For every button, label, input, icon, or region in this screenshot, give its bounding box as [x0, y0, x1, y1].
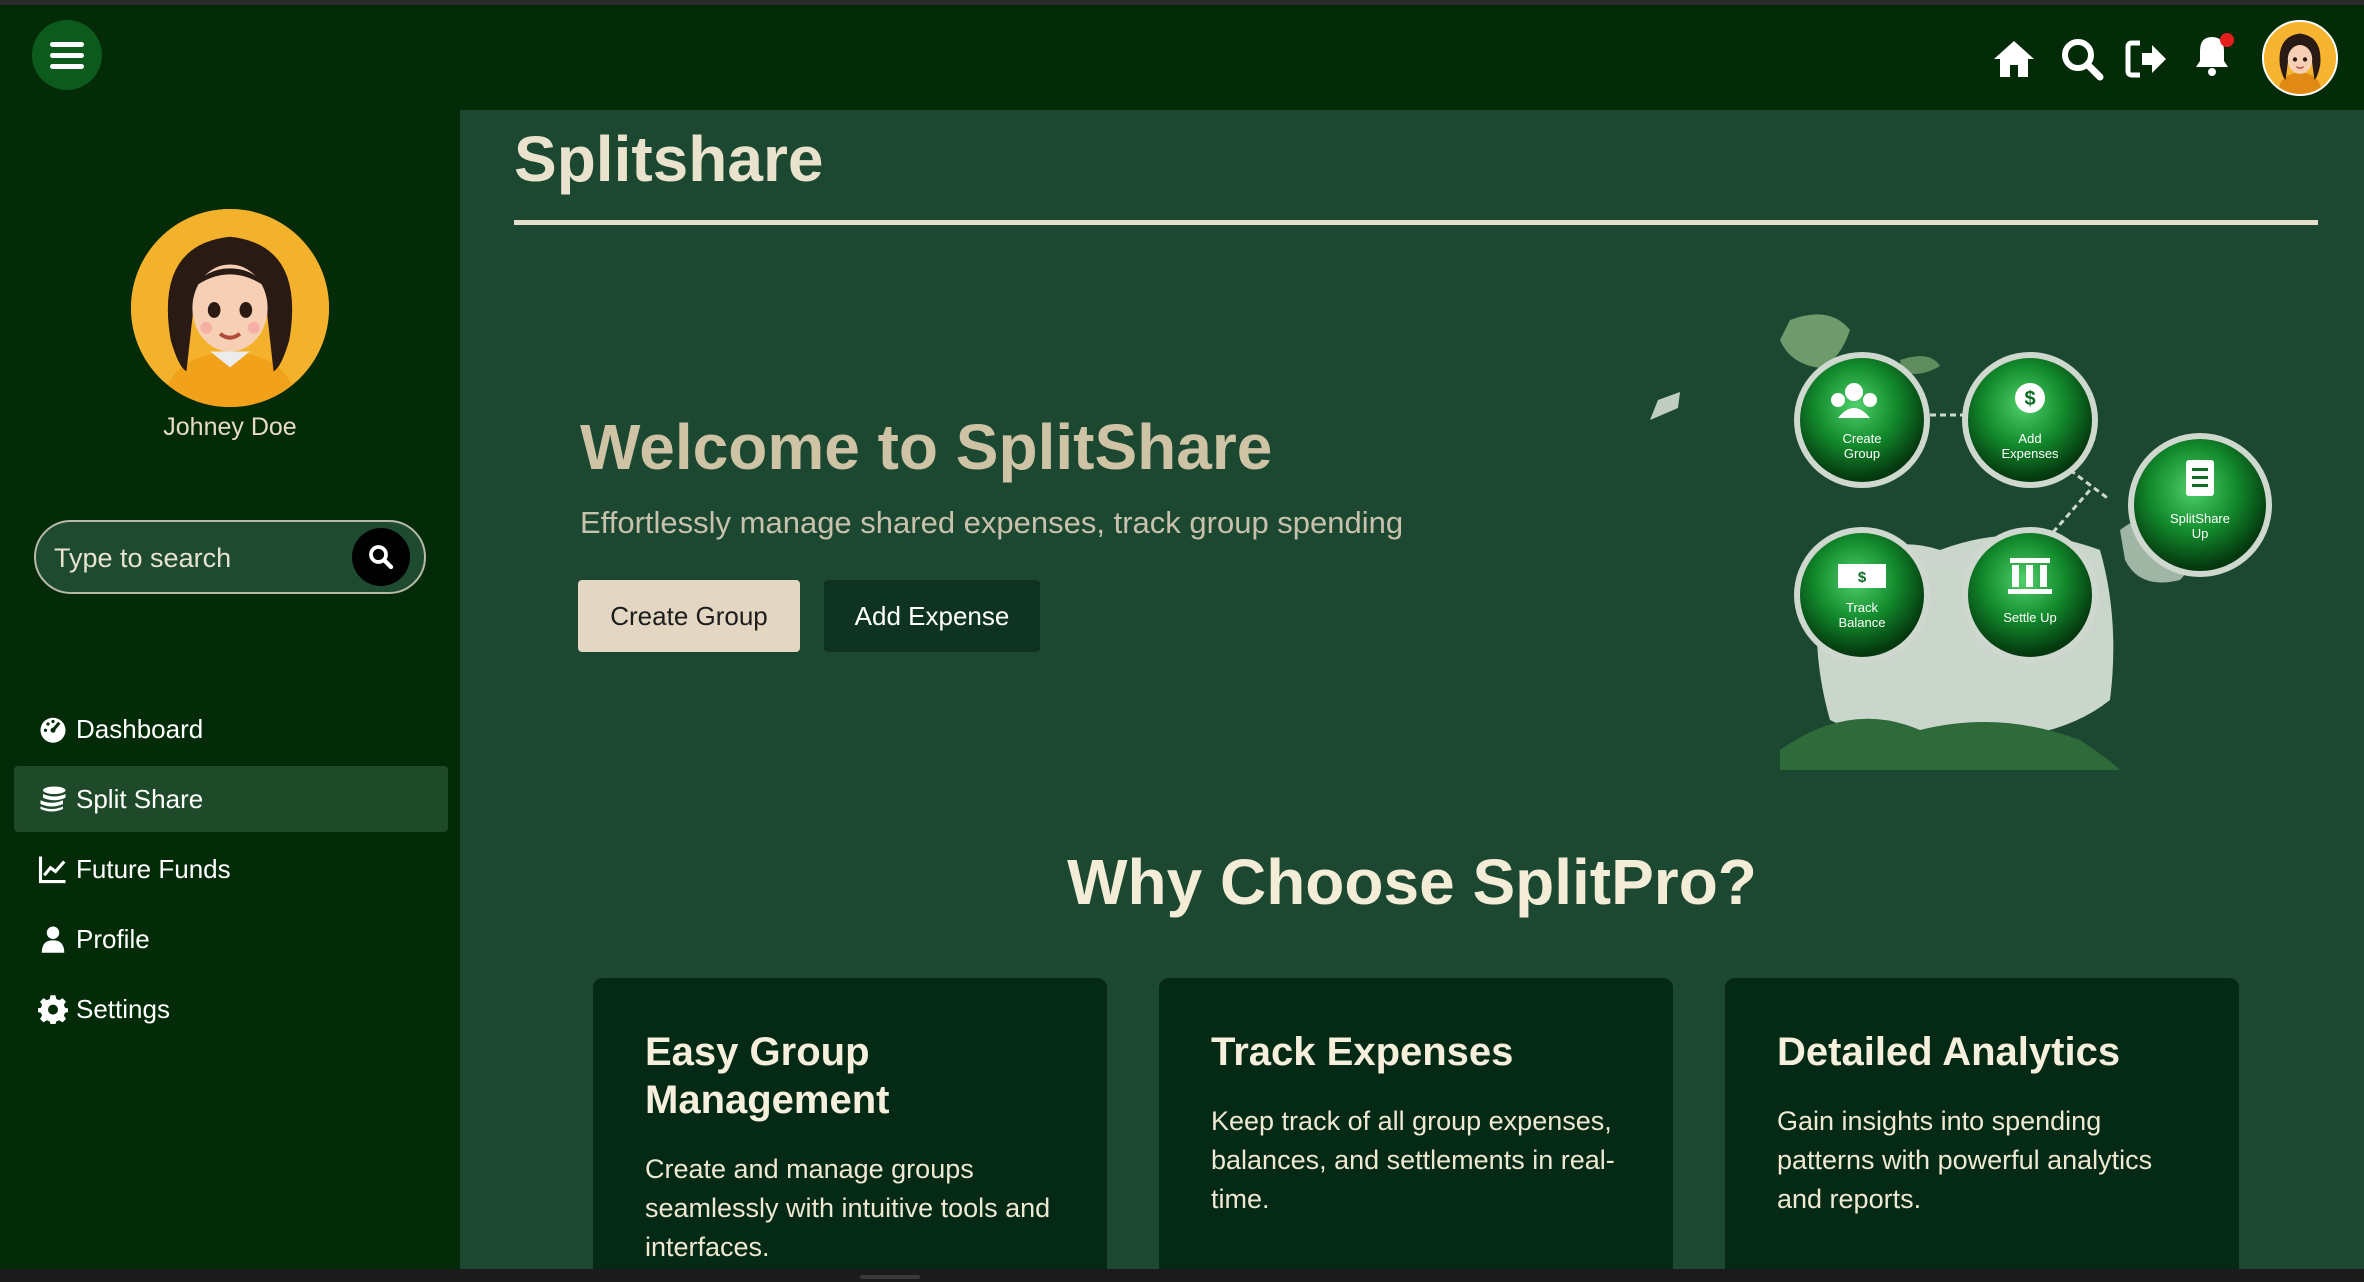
feature-card-text: Create and manage groups seamlessly with…: [645, 1154, 1051, 1262]
feature-card-text: Gain insights into spending patterns wit…: [1777, 1106, 2153, 1214]
money-icon: $: [1858, 569, 1867, 586]
create-group-button[interactable]: Create Group: [578, 580, 800, 652]
dollar-icon: $: [2024, 388, 2035, 410]
node-settle-up: Settle Up: [1962, 527, 2098, 663]
page-title: Splitshare: [514, 123, 824, 195]
node-create-group: Create Group: [1794, 352, 1930, 488]
profile-name: Johney Doe: [163, 413, 297, 441]
add-expense-button[interactable]: Add Expense: [824, 580, 1040, 652]
node-label: Up: [2192, 526, 2209, 541]
sidebar-item-settings[interactable]: Settings: [14, 976, 448, 1042]
user-icon: [41, 926, 65, 953]
search-bar: [34, 520, 426, 594]
sidebar-nav: Dashboard Split Share Future Funds Profi…: [14, 696, 448, 1046]
search-icon: [369, 545, 394, 570]
dashboard-icon: [40, 717, 66, 743]
sidebar-item-label: Split Share: [76, 783, 204, 814]
node-label: Group: [1844, 446, 1880, 461]
feature-card-title: Track Expenses: [1211, 1030, 1514, 1074]
feature-card: Easy Group Management Create and manage …: [593, 978, 1107, 1269]
sidebar-item-label: Future Funds: [76, 853, 231, 884]
sidebar-item-profile[interactable]: Profile: [14, 906, 448, 972]
node-label: Create: [1842, 431, 1881, 446]
feature-card-text: Keep track of all group expenses, balanc…: [1211, 1106, 1615, 1214]
feature-card-title: Detailed Analytics: [1777, 1030, 2121, 1074]
search-button[interactable]: [352, 528, 410, 586]
node-track-balance: $ Track Balance: [1794, 527, 1930, 663]
node-label: Track: [1846, 600, 1879, 615]
hero-heading: Welcome to SplitShare: [580, 411, 1273, 483]
node-splitshare-up: SplitShare Up: [2128, 433, 2272, 577]
sidebar-item-label: Dashboard: [76, 713, 204, 744]
feature-card: Detailed Analytics Gain insights into sp…: [1725, 978, 2239, 1269]
main-content: Splitshare Welcome to SplitShare Effortl…: [460, 110, 2364, 1269]
search-icon[interactable]: [2058, 35, 2106, 83]
logout-icon[interactable]: [2122, 35, 2170, 83]
feature-card: Track Expenses Keep track of all group e…: [1159, 978, 1673, 1269]
profile-avatar: [131, 209, 329, 407]
sidebar-item-label: Settings: [76, 993, 170, 1024]
window-frame-bottom: [0, 1269, 2364, 1282]
search-input[interactable]: [52, 534, 356, 582]
node-add-expenses: $ Add Expenses: [1962, 352, 2098, 488]
notification-dot: [2220, 33, 2234, 47]
hamburger-icon[interactable]: [32, 20, 102, 90]
why-choose-heading: Why Choose SplitPro?: [1067, 846, 1757, 918]
sidebar: Johney Doe Dashboard Split Share Future …: [0, 110, 460, 1269]
feature-card-title: Easy Group Management: [645, 1030, 890, 1122]
hero-illustration: Create Group $ Add Expenses SplitShare U…: [1650, 314, 2272, 770]
hero-subheading: Effortlessly manage shared expenses, tra…: [580, 505, 1404, 540]
node-label: Balance: [1839, 615, 1886, 630]
sidebar-item-dashboard[interactable]: Dashboard: [14, 696, 448, 762]
sidebar-item-split-share[interactable]: Split Share: [14, 766, 448, 832]
home-icon[interactable]: [1990, 35, 2038, 83]
sidebar-item-label: Profile: [76, 923, 150, 954]
chart-line-icon: [38, 856, 66, 884]
title-divider: [514, 220, 2318, 225]
node-label: Settle Up: [2003, 610, 2056, 625]
top-navbar: [0, 5, 2364, 110]
coins-icon: [40, 786, 66, 812]
node-label: Add: [2018, 431, 2041, 446]
sidebar-item-future-funds[interactable]: Future Funds: [14, 836, 448, 902]
gear-icon: [38, 995, 68, 1024]
node-label: Expenses: [2001, 446, 2059, 461]
avatar[interactable]: [2262, 20, 2338, 96]
bell-icon[interactable]: [2188, 31, 2236, 79]
node-label: SplitShare: [2170, 511, 2230, 526]
